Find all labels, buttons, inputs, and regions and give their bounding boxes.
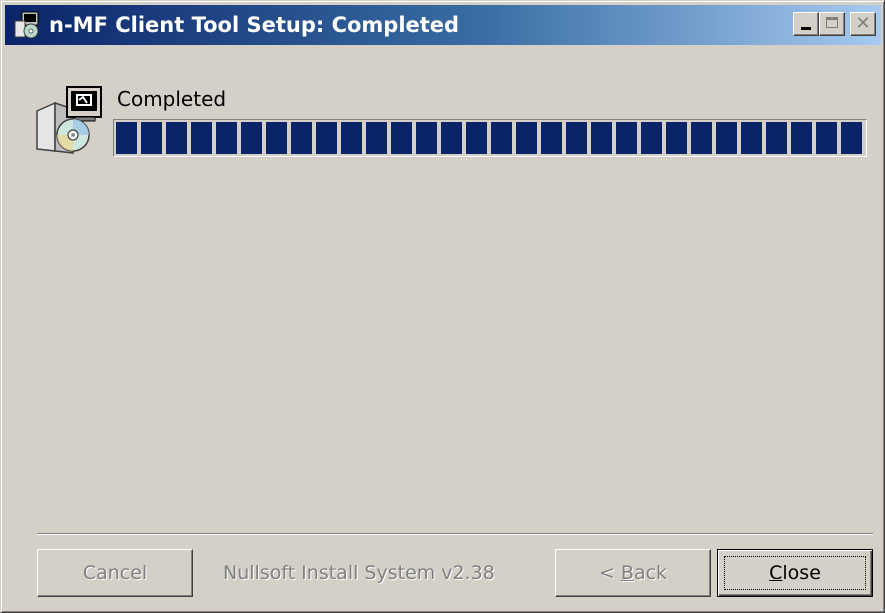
progress-bar [113,119,867,157]
setup-window: n-MF Client Tool Setup: Completed ✕ Comp… [0,0,885,613]
close-icon: ✕ [855,13,871,34]
nsis-branding: Nullsoft Install System v2.38 [223,562,495,584]
close-button[interactable]: Close [717,549,873,597]
close-label-rest: lose [782,562,821,584]
back-label-rest: ack [633,562,668,584]
installer-icon [14,11,39,39]
back-label-accel: B [620,562,634,584]
title-bar[interactable]: n-MF Client Tool Setup: Completed ✕ [5,5,881,45]
footer-separator [37,533,873,535]
cancel-button[interactable]: Cancel [37,549,193,597]
back-button[interactable]: < Back [555,549,711,597]
minimize-icon [801,27,811,30]
window-title: n-MF Client Tool Setup: Completed [49,13,460,37]
setup-cd-icon [36,86,102,154]
maximize-icon [826,17,838,28]
progress-fill [116,122,864,154]
title-close-button[interactable]: ✕ [850,12,876,36]
close-label-accel: C [769,562,783,584]
minimize-button[interactable] [793,12,819,36]
status-label: Completed [117,87,227,111]
back-label-prefix: < [598,562,621,584]
maximize-button[interactable] [819,12,845,36]
